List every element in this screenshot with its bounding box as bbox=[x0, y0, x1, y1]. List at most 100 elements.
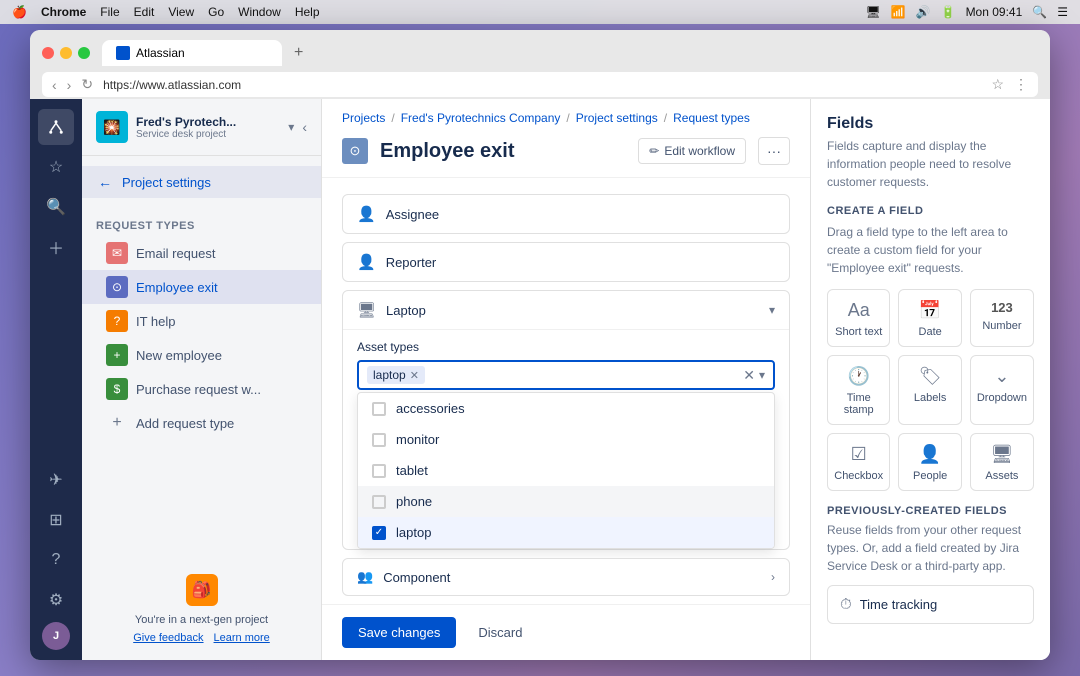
option-label-phone: phone bbox=[396, 494, 432, 509]
project-dropdown-chevron[interactable]: ▾ bbox=[288, 120, 294, 134]
menu-window[interactable]: Window bbox=[238, 5, 281, 19]
req-label-it-help: IT help bbox=[136, 314, 176, 329]
add-request-type-item[interactable]: + Add request type bbox=[82, 406, 321, 440]
field-type-number-label: Number bbox=[982, 320, 1021, 332]
discard-button[interactable]: Discard bbox=[466, 617, 534, 648]
laptop-collapse-icon[interactable]: ▾ bbox=[769, 303, 775, 317]
back-button[interactable]: ‹ bbox=[52, 77, 57, 93]
option-monitor[interactable]: monitor bbox=[358, 424, 774, 455]
search-icon[interactable]: 🔍 bbox=[1032, 5, 1047, 19]
field-type-labels-label: Labels bbox=[914, 392, 946, 404]
nav-icon-add[interactable]: ＋ bbox=[38, 229, 74, 265]
asset-type-search-input[interactable] bbox=[429, 368, 743, 383]
breadcrumb-projects[interactable]: Projects bbox=[342, 111, 385, 125]
nav-icon-star[interactable]: ☆ bbox=[38, 149, 74, 185]
breadcrumb-company[interactable]: Fred's Pyrotechnics Company bbox=[401, 111, 561, 125]
create-field-label: CREATE A FIELD bbox=[827, 205, 1034, 217]
req-type-it-help[interactable]: ? IT help bbox=[82, 304, 321, 338]
menu-view[interactable]: View bbox=[168, 5, 194, 19]
field-type-assets[interactable]: 🖥 Assets bbox=[970, 433, 1034, 491]
nav-icon-grid[interactable]: ⊞ bbox=[38, 502, 74, 538]
sidebar-section-title: Request types bbox=[82, 208, 321, 236]
tag-remove[interactable]: ✕ bbox=[410, 369, 419, 382]
collapse-sidebar-button[interactable]: ‹ bbox=[302, 119, 307, 135]
short-text-icon: Aa bbox=[848, 300, 870, 321]
browser-tab-active[interactable]: Atlassian bbox=[102, 40, 282, 66]
field-type-number[interactable]: 123 Number bbox=[970, 289, 1034, 347]
req-type-purchase[interactable]: $ Purchase request w... bbox=[82, 372, 321, 406]
address-icons: ☆ ⋮ bbox=[991, 76, 1028, 93]
field-type-checkbox[interactable]: ☑ Checkbox bbox=[827, 433, 890, 491]
nav-icon-settings[interactable]: ⚙ bbox=[38, 582, 74, 618]
component-chevron[interactable]: › bbox=[771, 570, 775, 584]
req-type-employee-exit[interactable]: ⊙ Employee exit bbox=[82, 270, 321, 304]
sidebar-footer: 🎒 You're in a next-gen project Give feed… bbox=[82, 558, 321, 660]
field-type-people[interactable]: 👤 People bbox=[898, 433, 961, 491]
req-type-email[interactable]: ✉ Email request bbox=[82, 236, 321, 270]
menu-go[interactable]: Go bbox=[208, 5, 224, 19]
option-phone[interactable]: phone bbox=[358, 486, 774, 517]
option-checkbox-monitor[interactable] bbox=[372, 433, 386, 447]
nav-icon-help[interactable]: ? bbox=[38, 542, 74, 578]
option-laptop[interactable]: ✓ laptop bbox=[358, 517, 774, 548]
give-feedback-link[interactable]: Give feedback bbox=[133, 632, 203, 644]
menu-help[interactable]: Help bbox=[295, 5, 320, 19]
laptop-body: Asset types laptop ✕ ✕ ▾ bbox=[343, 329, 789, 549]
asset-types-input-wrap[interactable]: laptop ✕ ✕ ▾ bbox=[357, 360, 775, 390]
add-request-type-label: Add request type bbox=[136, 416, 234, 431]
breadcrumb-request-types[interactable]: Request types bbox=[673, 111, 750, 125]
feedback-links: Give feedback Learn more bbox=[96, 632, 307, 644]
req-label-employee-exit: Employee exit bbox=[136, 280, 218, 295]
learn-more-link[interactable]: Learn more bbox=[214, 632, 270, 644]
edit-workflow-button[interactable]: ✏ Edit workflow bbox=[638, 138, 746, 164]
forward-button[interactable]: › bbox=[67, 77, 72, 93]
tab-favicon bbox=[116, 46, 130, 60]
feedback-badge: 🎒 bbox=[186, 574, 218, 606]
field-type-short-text[interactable]: Aa Short text bbox=[827, 289, 890, 347]
field-type-dropdown[interactable]: ⌄ Dropdown bbox=[970, 355, 1034, 425]
component-label: Component bbox=[383, 570, 450, 585]
option-tablet[interactable]: tablet bbox=[358, 455, 774, 486]
menu-icon[interactable]: ☰ bbox=[1057, 5, 1068, 19]
assignee-label: Assignee bbox=[386, 207, 775, 222]
option-checkbox-accessories[interactable] bbox=[372, 402, 386, 416]
new-tab-button[interactable]: + bbox=[286, 44, 311, 62]
url-display[interactable]: https://www.atlassian.com bbox=[103, 78, 981, 92]
option-checkbox-tablet[interactable] bbox=[372, 464, 386, 478]
maximize-button[interactable] bbox=[78, 47, 90, 59]
page-icon: ⊙ bbox=[342, 138, 368, 164]
nav-icon-search[interactable]: 🔍 bbox=[38, 189, 74, 225]
menu-edit[interactable]: Edit bbox=[134, 5, 155, 19]
nav-icon-send[interactable]: ✈ bbox=[38, 462, 74, 498]
breadcrumb-project-settings[interactable]: Project settings bbox=[576, 111, 658, 125]
more-options-button[interactable]: ··· bbox=[758, 137, 790, 165]
laptop-header[interactable]: 🖥 Laptop ▾ bbox=[343, 291, 789, 329]
dropdown-arrow[interactable]: ▾ bbox=[759, 368, 765, 382]
close-button[interactable] bbox=[42, 47, 54, 59]
menu-file[interactable]: File bbox=[100, 5, 119, 19]
user-avatar[interactable]: J bbox=[42, 622, 70, 650]
req-icon-email: ✉ bbox=[106, 242, 128, 264]
field-type-labels[interactable]: 🏷 Labels bbox=[898, 355, 961, 425]
save-changes-button[interactable]: Save changes bbox=[342, 617, 456, 648]
nav-icon-network[interactable] bbox=[38, 109, 74, 145]
bookmark-icon[interactable]: ☆ bbox=[991, 76, 1004, 93]
time-tracking-icon: ⏱ bbox=[840, 596, 852, 613]
option-checkbox-phone[interactable] bbox=[372, 495, 386, 509]
minimize-button[interactable] bbox=[60, 47, 72, 59]
field-assignee: 👤 Assignee bbox=[342, 194, 790, 234]
main-content: Projects / Fred's Pyrotechnics Company /… bbox=[322, 99, 810, 660]
option-accessories[interactable]: accessories bbox=[358, 393, 774, 424]
sidebar-item-project-settings[interactable]: ← Project settings bbox=[82, 166, 321, 198]
more-icon[interactable]: ⋮ bbox=[1014, 76, 1028, 93]
req-label-new-employee: New employee bbox=[136, 348, 222, 363]
field-type-date[interactable]: 📅 Date bbox=[898, 289, 961, 347]
prev-field-time-tracking[interactable]: ⏱ Time tracking bbox=[827, 585, 1034, 624]
req-type-new-employee[interactable]: + New employee bbox=[82, 338, 321, 372]
clear-button[interactable]: ✕ bbox=[743, 367, 755, 384]
req-label-email: Email request bbox=[136, 246, 215, 261]
option-checkbox-laptop[interactable]: ✓ bbox=[372, 526, 386, 540]
refresh-button[interactable]: ↻ bbox=[81, 76, 93, 93]
field-type-time-stamp[interactable]: 🕐 Time stamp bbox=[827, 355, 890, 425]
project-type: Service desk project bbox=[136, 129, 280, 140]
